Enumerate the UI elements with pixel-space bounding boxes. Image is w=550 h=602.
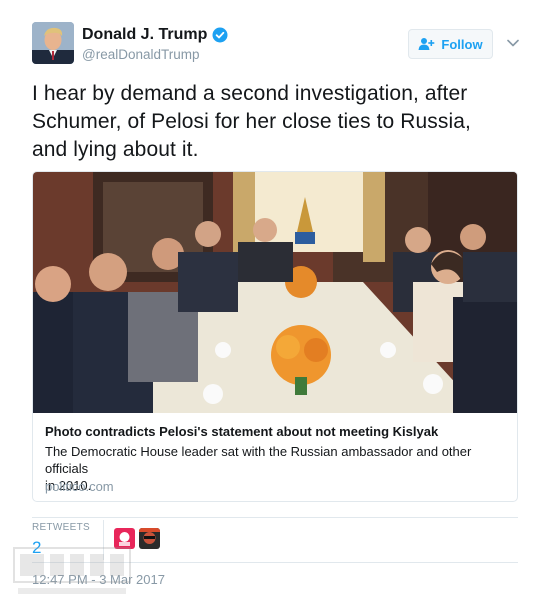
follow-button[interactable]: Follow bbox=[408, 29, 493, 59]
card-description-line: in 2010. bbox=[45, 478, 92, 493]
tweet-text-line: Schumer, of Pelosi for her close ties to… bbox=[32, 110, 471, 133]
stats-top-divider bbox=[32, 517, 518, 518]
retweeter-avatar[interactable] bbox=[114, 528, 135, 549]
card-description-line: The Democratic House leader sat with the… bbox=[45, 444, 472, 476]
tweet-text-line: I hear by demand a second investigation,… bbox=[32, 82, 468, 105]
follow-label[interactable]: Follow bbox=[441, 37, 482, 52]
tweet-text: I hear by demand a second investigation,… bbox=[32, 80, 522, 164]
chevron-down-icon[interactable] bbox=[506, 36, 520, 50]
tweet-container: Donald J. Trump @realDonaldTrump Follow … bbox=[0, 0, 550, 602]
card-image[interactable] bbox=[33, 172, 517, 413]
author-name-text[interactable]: Donald J. Trump bbox=[82, 26, 207, 44]
author-block: Donald J. Trump @realDonaldTrump bbox=[82, 26, 228, 62]
retweets-count[interactable]: 2 bbox=[32, 538, 92, 558]
card-description: The Democratic House leader sat with the… bbox=[45, 443, 507, 494]
verified-icon bbox=[212, 27, 228, 43]
retweets-stat[interactable]: RETWEETS 2 bbox=[32, 522, 92, 558]
retweets-label[interactable]: RETWEETS bbox=[32, 522, 92, 533]
retweeter-avatar[interactable] bbox=[139, 528, 160, 549]
author-handle[interactable]: @realDonaldTrump bbox=[82, 47, 228, 62]
tweet-text-line: and lying about it. bbox=[32, 138, 199, 161]
follow-icon bbox=[418, 38, 435, 50]
stats-bottom-divider bbox=[32, 562, 518, 563]
card-title[interactable]: Photo contradicts Pelosi's statement abo… bbox=[45, 424, 507, 439]
card-domain[interactable]: politico.com bbox=[45, 479, 114, 494]
author-avatar[interactable] bbox=[32, 22, 74, 64]
tweet-timestamp[interactable]: 12:47 PM - 3 Mar 2017 bbox=[32, 572, 165, 587]
author-name[interactable]: Donald J. Trump bbox=[82, 26, 228, 44]
link-card[interactable]: Photo contradicts Pelosi's statement abo… bbox=[32, 171, 518, 502]
stats-separator bbox=[103, 520, 104, 560]
